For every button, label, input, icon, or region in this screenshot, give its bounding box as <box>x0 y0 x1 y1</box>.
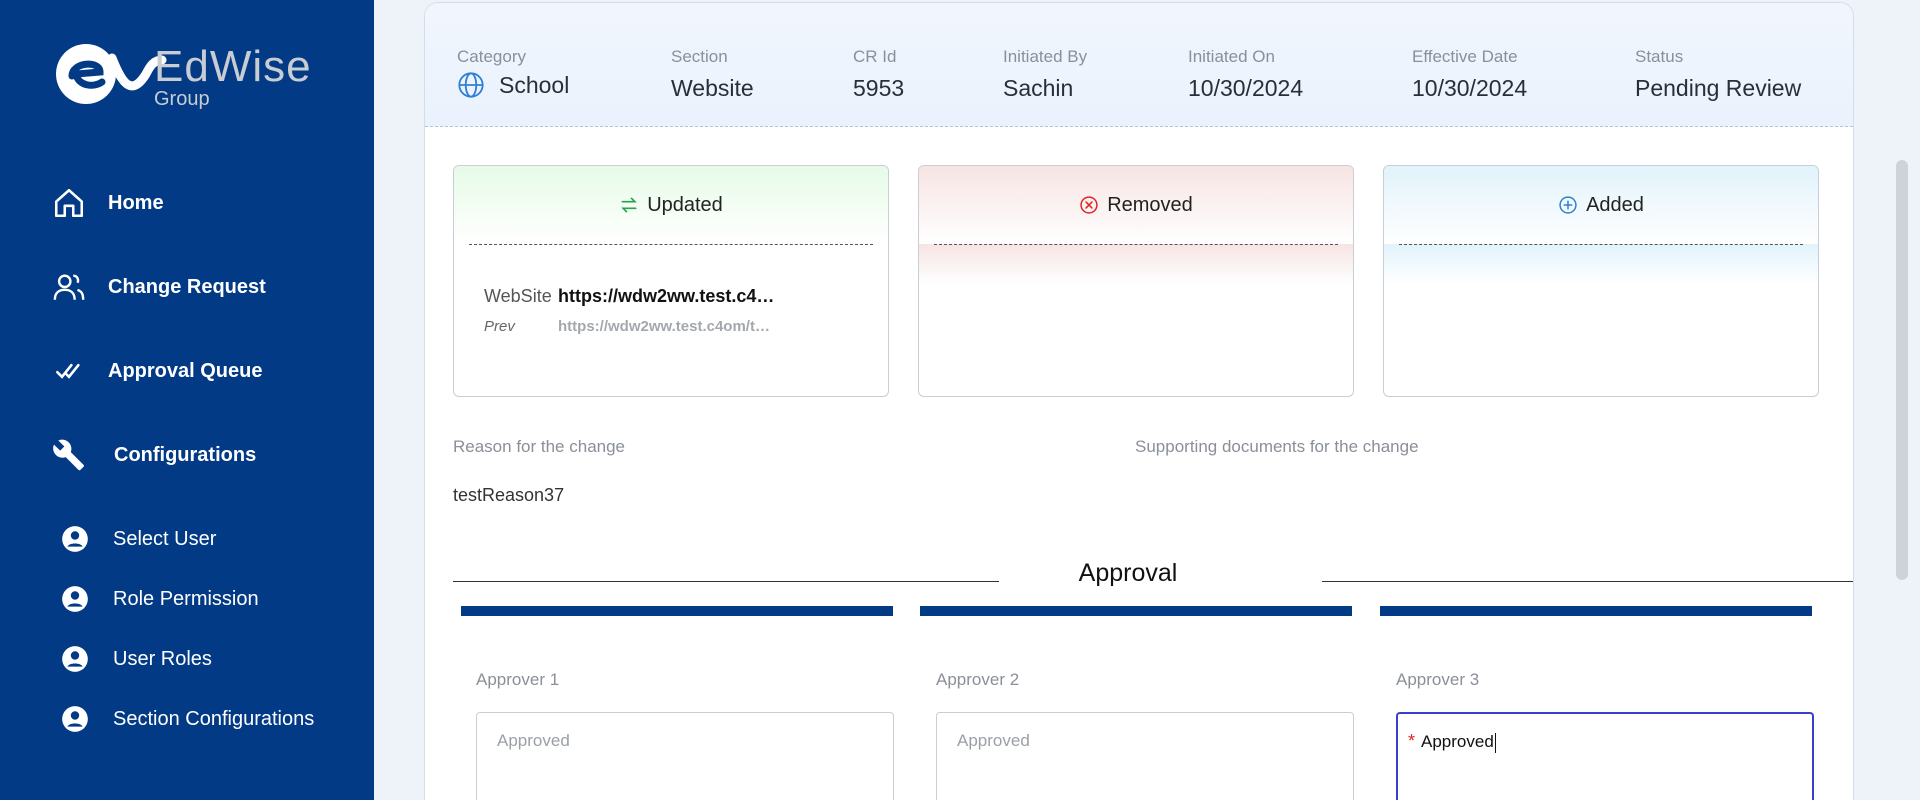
meta-section: Section Website <box>671 47 754 102</box>
approval-title: Approval <box>1078 559 1178 587</box>
sidebar-item-home[interactable]: Home <box>50 184 164 222</box>
approver-3-field[interactable]: * Approved <box>1396 712 1814 800</box>
sidebar-item-change-request[interactable]: Change Request <box>50 268 266 306</box>
account-circle-icon <box>60 584 90 614</box>
updated-title: Updated <box>647 193 723 216</box>
reason-label: Reason for the change <box>453 437 626 456</box>
approver-2-field[interactable]: Approved <box>936 712 1354 800</box>
approval-divider-right <box>1322 581 1853 582</box>
account-circle-icon <box>60 524 90 554</box>
meta-status: Status Pending Review <box>1635 47 1801 102</box>
approver-2-label: Approver 2 <box>936 670 1020 689</box>
divider <box>469 244 873 245</box>
approver-3-label: Approver 3 <box>1396 670 1480 689</box>
approver-3-value: Approved <box>1421 732 1494 751</box>
sidebar-item-section-configurations[interactable]: Section Configurations <box>60 704 314 734</box>
sidebar-item-label: User Roles <box>113 647 212 670</box>
meta-label: Initiated On <box>1188 47 1275 66</box>
meta-value: Website <box>671 75 754 101</box>
meta-category: Category School <box>457 47 569 99</box>
approver-2-bar <box>920 606 1352 616</box>
documents-label: Supporting documents for the change <box>1135 437 1419 456</box>
change-request-card: Category School Section Website CR Id 59… <box>424 2 1854 800</box>
account-circle-icon <box>60 644 90 674</box>
circle-plus-icon <box>1558 195 1578 215</box>
brand-name: EdWise <box>154 42 312 91</box>
circle-x-icon <box>1079 195 1099 215</box>
meta-value: 10/30/2024 <box>1188 75 1304 101</box>
sidebar-item-label: Select User <box>113 527 217 550</box>
updated-field-row: WebSite https://wdw2ww.test.c4… <box>484 286 774 307</box>
prev-label: Prev <box>484 318 515 335</box>
meta-label: Category <box>457 47 526 66</box>
added-panel: Added <box>1383 165 1819 397</box>
sidebar-item-select-user[interactable]: Select User <box>60 524 216 554</box>
meta-label: Initiated By <box>1003 47 1088 66</box>
home-icon <box>50 184 88 222</box>
sidebar-item-approval-queue[interactable]: Approval Queue <box>50 352 262 390</box>
request-meta-header: Category School Section Website CR Id 59… <box>425 3 1853 127</box>
meta-initiated-on: Initiated On 10/30/2024 <box>1188 47 1303 102</box>
sidebar-item-label: Change Request <box>108 275 266 298</box>
sidebar-item-label: Home <box>108 191 164 214</box>
main-content: Category School Section Website CR Id 59… <box>374 0 1920 800</box>
approval-divider-left <box>453 581 999 582</box>
status-badge: Pending Review <box>1635 75 1802 101</box>
sidebar-item-label: Section Configurations <box>113 707 315 730</box>
meta-value: School <box>499 71 570 98</box>
meta-label: CR Id <box>853 47 897 66</box>
meta-value: Sachin <box>1003 75 1074 101</box>
globe-icon <box>457 71 485 99</box>
removed-title: Removed <box>1107 193 1193 216</box>
approver-2-value: Approved <box>957 731 1030 750</box>
double-check-icon <box>50 352 88 390</box>
meta-initiated-by: Initiated By Sachin <box>1003 47 1087 102</box>
vertical-scrollbar[interactable] <box>1896 160 1908 580</box>
account-circle-icon <box>60 704 90 734</box>
users-icon <box>50 268 88 306</box>
meta-value: 5953 <box>853 75 905 101</box>
approver-1-value: Approved <box>497 731 570 750</box>
previous-value-row: Prev https://wdw2ww.test.c4om/t… <box>484 318 770 335</box>
required-asterisk: * <box>1408 731 1416 751</box>
sidebar-item-label: Role Permission <box>113 587 259 610</box>
meta-label: Status <box>1635 47 1684 66</box>
wrench-icon <box>50 436 88 474</box>
meta-label: Section <box>671 47 728 66</box>
meta-effective-date: Effective Date 10/30/2024 <box>1412 47 1527 102</box>
prev-value: https://wdw2ww.test.c4om/t… <box>558 318 770 335</box>
reason-value: testReason37 <box>453 485 565 505</box>
brand-logo[interactable]: EdWise Group <box>50 38 340 114</box>
approver-1-label: Approver 1 <box>476 670 560 689</box>
sidebar-item-label: Configurations <box>114 443 257 466</box>
removed-panel: Removed <box>918 165 1354 397</box>
approver-1-bar <box>461 606 893 616</box>
sidebar-item-role-permission[interactable]: Role Permission <box>60 584 259 614</box>
sidebar: EdWise Group Home Change Request Approva… <box>0 0 374 800</box>
field-value[interactable]: https://wdw2ww.test.c4… <box>558 286 774 307</box>
swap-arrows-icon <box>619 195 639 215</box>
updated-panel: Updated WebSite https://wdw2ww.test.c4… … <box>453 165 889 397</box>
sidebar-item-configurations[interactable]: Configurations <box>50 436 256 474</box>
meta-value: 10/30/2024 <box>1412 75 1528 101</box>
sidebar-item-label: Approval Queue <box>108 359 263 382</box>
sidebar-item-user-roles[interactable]: User Roles <box>60 644 212 674</box>
text-cursor <box>1494 732 1496 753</box>
approver-3-bar <box>1380 606 1812 616</box>
divider <box>1399 244 1803 245</box>
approver-1-field[interactable]: Approved <box>476 712 894 800</box>
divider <box>934 244 1338 245</box>
field-label: WebSite <box>484 286 552 306</box>
meta-label: Effective Date <box>1412 47 1518 66</box>
added-title: Added <box>1586 193 1644 216</box>
meta-cr-id: CR Id 5953 <box>853 47 904 102</box>
brand-suffix: Group <box>154 88 210 110</box>
